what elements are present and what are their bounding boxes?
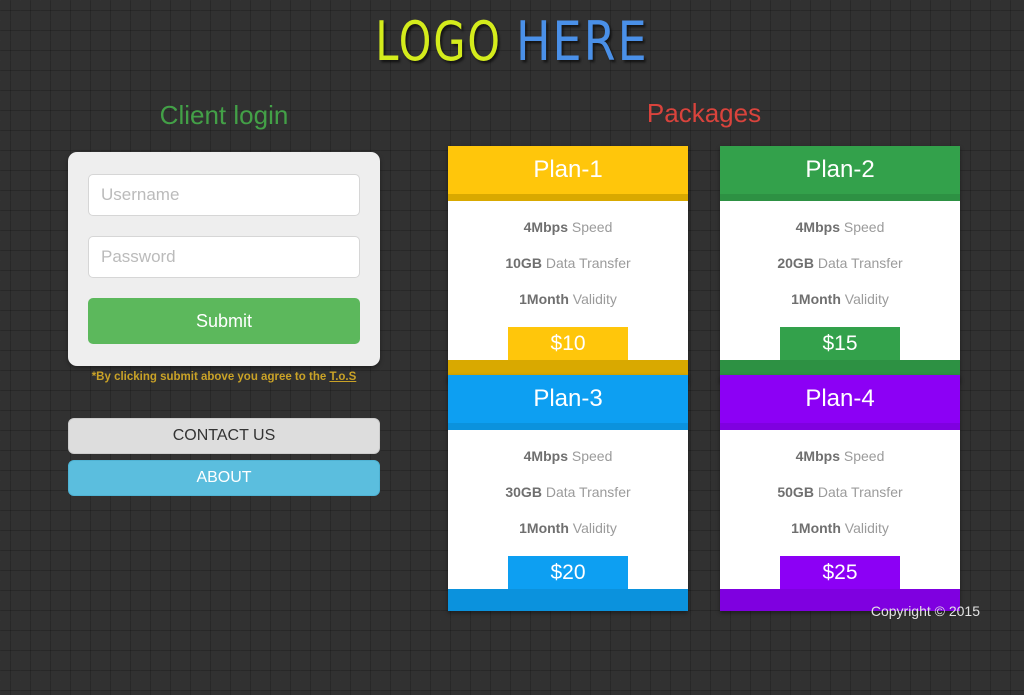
plan-feature: 50GB Data Transfer xyxy=(720,484,960,500)
plan-card-header: Plan-3 xyxy=(448,375,688,423)
plan-card-body: 4Mbps Speed 50GB Data Transfer 1Month Va… xyxy=(720,430,960,589)
plan-card-header: Plan-4 xyxy=(720,375,960,423)
plan-card-rule xyxy=(720,423,960,430)
plan-feature: 1Month Validity xyxy=(720,520,960,536)
plan-price[interactable]: $20 xyxy=(508,556,628,589)
plan-price-row: $25 xyxy=(720,556,960,589)
plan-card-body: 4Mbps Speed 10GB Data Transfer 1Month Va… xyxy=(448,201,688,360)
plan-card[interactable]: Plan-2 4Mbps Speed 20GB Data Transfer 1M… xyxy=(720,146,960,382)
plan-feature-label: Validity xyxy=(840,291,889,307)
plan-feature-value: 10GB xyxy=(505,255,542,271)
about-button[interactable]: ABOUT xyxy=(68,460,380,496)
tos-note-text: *By clicking submit above you agree to t… xyxy=(91,371,330,383)
plan-feature-value: 50GB xyxy=(777,484,814,500)
plan-price[interactable]: $25 xyxy=(780,556,900,589)
logo-text-block: LOGO HERE xyxy=(375,14,648,68)
plan-feature-label: Speed xyxy=(567,219,613,235)
plan-card-footer xyxy=(448,589,688,611)
login-panel: Submit xyxy=(68,152,380,366)
plan-feature-value: 1Month xyxy=(791,520,841,536)
plan-feature-value: 4Mbps xyxy=(795,219,840,235)
client-login-heading: Client login xyxy=(159,100,289,130)
username-input[interactable] xyxy=(88,174,360,216)
plan-feature-label: Speed xyxy=(567,448,613,464)
plan-feature-label: Speed xyxy=(839,219,885,235)
plan-feature-label: Validity xyxy=(840,520,889,536)
plan-card[interactable]: Plan-1 4Mbps Speed 10GB Data Transfer 1M… xyxy=(448,146,688,382)
site-logo: LOGO HERE xyxy=(0,0,1024,68)
plan-feature-value: 20GB xyxy=(777,255,814,271)
plan-feature-value: 30GB xyxy=(505,484,542,500)
password-input[interactable] xyxy=(88,236,360,278)
plan-feature-label: Speed xyxy=(839,448,885,464)
plan-feature-value: 4Mbps xyxy=(523,448,568,464)
plan-card[interactable]: Plan-4 4Mbps Speed 50GB Data Transfer 1M… xyxy=(720,375,960,611)
plan-feature-label: Data Transfer xyxy=(541,255,631,271)
plan-feature: 4Mbps Speed xyxy=(448,219,688,235)
plan-feature: 1Month Validity xyxy=(720,291,960,307)
submit-button[interactable]: Submit xyxy=(88,298,360,344)
plan-feature: 20GB Data Transfer xyxy=(720,255,960,271)
plan-price[interactable]: $15 xyxy=(780,327,900,360)
plan-feature-value: 1Month xyxy=(791,291,841,307)
contact-us-button[interactable]: CONTACT US xyxy=(68,418,380,454)
plan-feature-value: 4Mbps xyxy=(523,219,568,235)
logo-text-primary: LOGO xyxy=(375,9,502,74)
plan-card-body: 4Mbps Speed 20GB Data Transfer 1Month Va… xyxy=(720,201,960,360)
plan-card-header: Plan-1 xyxy=(448,146,688,194)
tos-link[interactable]: T.o.S xyxy=(329,371,356,383)
tos-note: *By clicking submit above you agree to t… xyxy=(68,371,380,383)
plan-feature-value: 1Month xyxy=(519,520,569,536)
plan-feature: 4Mbps Speed xyxy=(720,448,960,464)
plan-feature: 4Mbps Speed xyxy=(720,219,960,235)
plan-feature: 10GB Data Transfer xyxy=(448,255,688,271)
plan-feature-label: Validity xyxy=(568,520,617,536)
plan-feature: 4Mbps Speed xyxy=(448,448,688,464)
plan-feature-label: Data Transfer xyxy=(813,484,903,500)
plan-feature-value: 4Mbps xyxy=(795,448,840,464)
plan-feature-value: 1Month xyxy=(519,291,569,307)
plan-card-rule xyxy=(720,194,960,201)
plan-price-row: $10 xyxy=(448,327,688,360)
plan-feature: 1Month Validity xyxy=(448,291,688,307)
plan-feature-label: Data Transfer xyxy=(813,255,903,271)
plan-price-row: $15 xyxy=(720,327,960,360)
packages-heading: Packages xyxy=(646,98,762,128)
plan-feature-label: Validity xyxy=(568,291,617,307)
plan-card-rule xyxy=(448,423,688,430)
logo-text-secondary: HERE xyxy=(515,9,649,74)
copyright-text: Copyright © 2015 xyxy=(870,603,980,619)
plan-card-body: 4Mbps Speed 30GB Data Transfer 1Month Va… xyxy=(448,430,688,589)
plan-feature-label: Data Transfer xyxy=(541,484,631,500)
plan-card-header: Plan-2 xyxy=(720,146,960,194)
plan-price-row: $20 xyxy=(448,556,688,589)
plan-card[interactable]: Plan-3 4Mbps Speed 30GB Data Transfer 1M… xyxy=(448,375,688,611)
plan-card-rule xyxy=(448,194,688,201)
plan-feature: 30GB Data Transfer xyxy=(448,484,688,500)
plan-feature: 1Month Validity xyxy=(448,520,688,536)
plan-price[interactable]: $10 xyxy=(508,327,628,360)
